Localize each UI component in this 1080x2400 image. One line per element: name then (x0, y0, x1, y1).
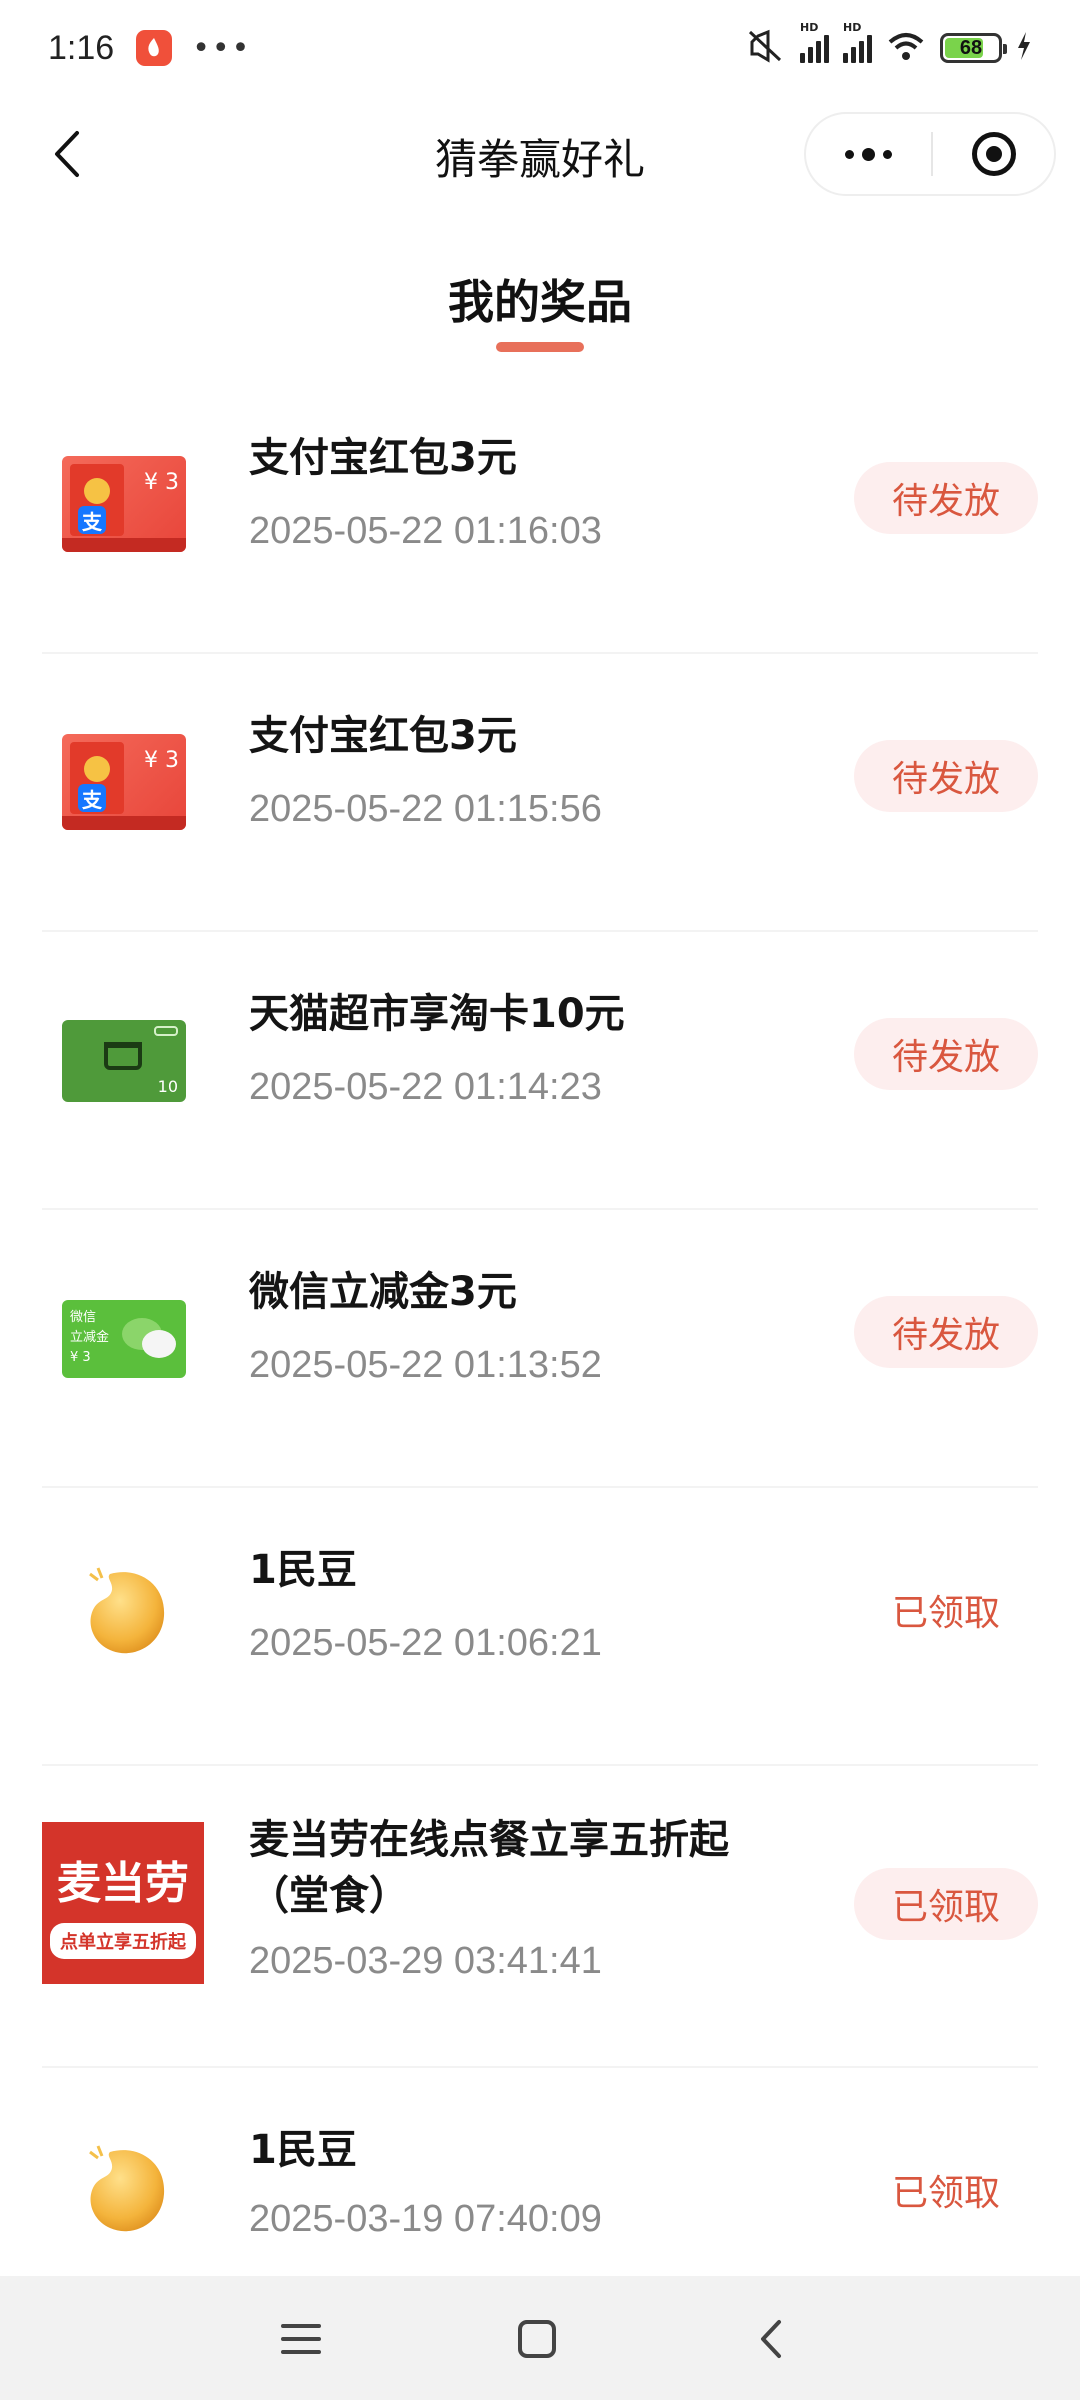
prize-row[interactable]: 支 ¥ 3 支付宝红包3元 2025-05-22 01:16:03 待发放 (42, 376, 1038, 654)
prize-time: 2025-05-22 01:13:52 (249, 1344, 602, 1386)
prize-name: 支付宝红包3元 (249, 435, 517, 481)
section-underline (496, 342, 584, 352)
status-bar: 1:16 ••• HD HD 68 (0, 0, 1080, 96)
bean-icon (80, 1564, 170, 1660)
prize-time: 2025-05-22 01:15:56 (249, 788, 602, 830)
more-notifications-icon: ••• (192, 30, 252, 66)
battery-level: 68 (959, 36, 983, 59)
prize-time: 2025-03-19 07:40:09 (249, 2198, 602, 2240)
miniprogram-close-icon[interactable] (933, 114, 1054, 194)
wifi-icon (886, 30, 926, 66)
prize-time: 2025-05-22 01:16:03 (249, 510, 602, 552)
signal-1-icon: HD (800, 21, 829, 63)
tmall-card-thumbnail: 10 (62, 1020, 186, 1102)
prize-list: 支 ¥ 3 支付宝红包3元 2025-05-22 01:16:03 待发放 支 … (42, 376, 1038, 2298)
prize-time: 2025-03-29 03:41:41 (249, 1940, 602, 1982)
prize-name: 支付宝红包3元 (249, 713, 517, 759)
alipay-red-packet-thumbnail: 支 ¥ 3 (62, 456, 186, 552)
prize-name: 麦当劳在线点餐立享五折起 （堂食） (249, 1817, 729, 1919)
wechat-logo-icon (142, 1330, 176, 1358)
system-nav-bar (0, 2276, 1080, 2400)
miniprogram-capsule (804, 112, 1056, 196)
status-badge[interactable]: 待发放 (854, 740, 1038, 812)
more-dots-icon[interactable] (806, 114, 931, 194)
app-notification-icon (136, 30, 173, 66)
status-badge[interactable]: 待发放 (854, 1296, 1038, 1368)
prize-row[interactable]: 麦当劳 点单立享五折起 麦当劳在线点餐立享五折起 （堂食） 2025-03-29… (42, 1766, 1038, 2068)
prize-time: 2025-05-22 01:14:23 (249, 1066, 602, 1108)
mcdonalds-thumbnail: 麦当劳 点单立享五折起 (42, 1822, 204, 1984)
status-badge[interactable]: 待发放 (854, 1018, 1038, 1090)
status-badge[interactable]: 待发放 (854, 462, 1038, 534)
prize-row[interactable]: 10 天猫超市享淘卡10元 2025-05-22 01:14:23 待发放 (42, 932, 1038, 1210)
status-badge[interactable]: 已领取 (854, 1574, 1038, 1646)
prize-name: 1民豆 (249, 1547, 357, 1593)
status-badge[interactable]: 已领取 (854, 2154, 1038, 2226)
menu-lines-icon[interactable] (274, 2312, 328, 2366)
alipay-red-packet-thumbnail: 支 ¥ 3 (62, 734, 186, 830)
signal-2-icon: HD (843, 21, 872, 63)
battery-icon: 68 (940, 33, 1007, 63)
alipay-logo-icon: 支 (78, 506, 106, 534)
home-square-icon[interactable] (510, 2312, 564, 2366)
status-time: 1:16 (48, 28, 115, 67)
status-badge[interactable]: 已领取 (854, 1868, 1038, 1940)
prize-row[interactable]: 1民豆 2025-03-19 07:40:09 已领取 (42, 2068, 1038, 2298)
mute-icon (746, 28, 786, 68)
prize-row[interactable]: 1民豆 2025-05-22 01:06:21 已领取 (42, 1488, 1038, 1766)
prize-time: 2025-05-22 01:06:21 (249, 1622, 602, 1664)
prize-row[interactable]: 微信 立减金 ¥ 3 微信立减金3元 2025-05-22 01:13:52 待发放 (42, 1210, 1038, 1488)
nav-bar: 猜拳赢好礼 (0, 96, 1080, 212)
section-title: 我的奖品 (448, 275, 632, 329)
system-back-icon[interactable] (744, 2312, 798, 2366)
wechat-voucher-thumbnail: 微信 立减金 ¥ 3 (62, 1300, 186, 1378)
prize-row[interactable]: 支 ¥ 3 支付宝红包3元 2025-05-22 01:15:56 待发放 (42, 654, 1038, 932)
prize-name: 1民豆 (249, 2127, 357, 2173)
cart-icon (104, 1042, 142, 1070)
prize-name: 微信立减金3元 (249, 1269, 517, 1315)
alipay-logo-icon: 支 (78, 784, 106, 812)
charging-icon (1016, 32, 1032, 64)
bean-icon (80, 2142, 170, 2238)
prize-name: 天猫超市享淘卡10元 (249, 991, 625, 1037)
